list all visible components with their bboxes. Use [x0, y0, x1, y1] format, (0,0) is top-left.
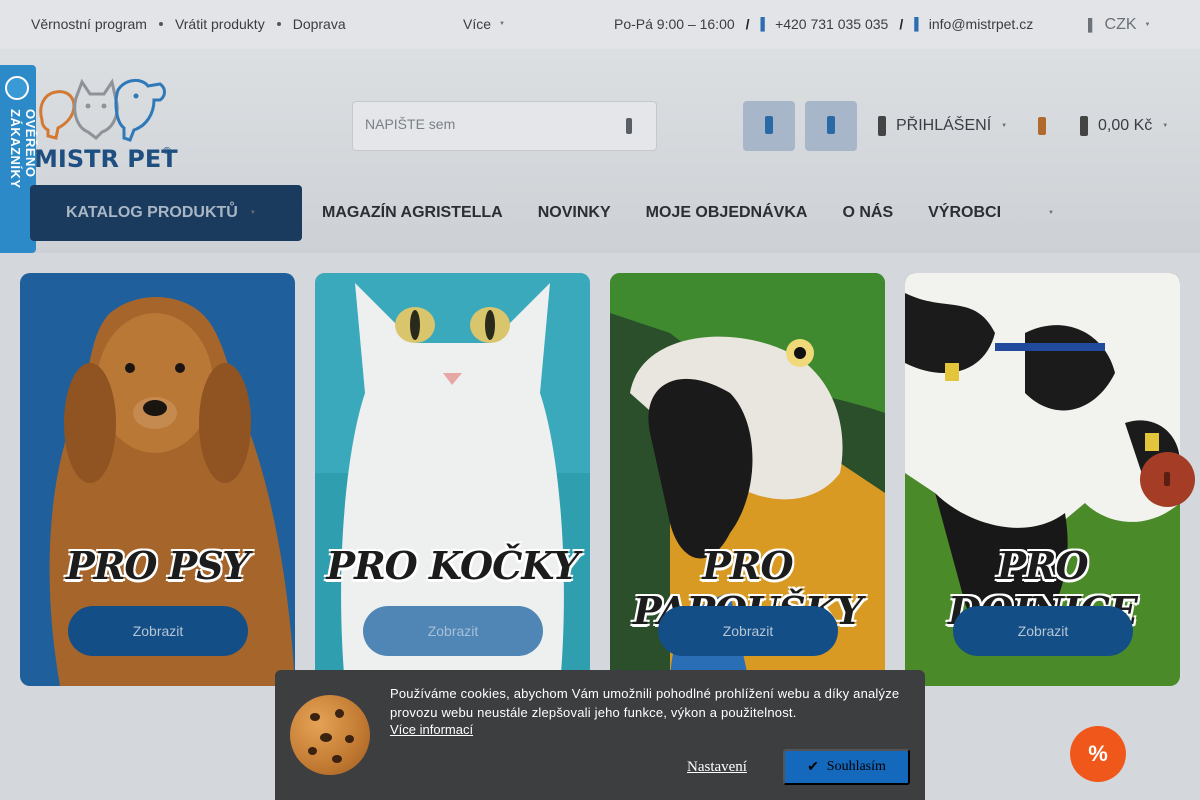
- check-icon: ✔: [807, 759, 819, 775]
- show-parrots-button[interactable]: Zobrazit: [658, 606, 838, 656]
- show-cats-button[interactable]: Zobrazit: [363, 606, 543, 656]
- logo-pets-icon: MISTR PET ®: [34, 78, 178, 173]
- opening-hours: Po-Pá 9:00 – 16:00: [614, 16, 735, 32]
- cart-button[interactable]: 0,00 Kč ▼: [1080, 116, 1168, 136]
- category-title: PRO KOČKY: [326, 543, 580, 588]
- nav-item-manufacturers-label: VÝROBCI: [928, 204, 1002, 221]
- cookie-more-info-link[interactable]: Více informací: [390, 722, 473, 737]
- cart-icon: [1080, 116, 1088, 136]
- logo[interactable]: MISTR PET ®: [30, 72, 180, 173]
- percent-icon: %: [1088, 741, 1108, 766]
- chevron-down-icon: ▼: [1162, 123, 1169, 129]
- more-label: Více: [463, 16, 492, 32]
- link-return-products[interactable]: Vrátit produkty: [175, 16, 265, 32]
- contact-info: Po-Pá 9:00 – 16:00 / ▌ +420 731 035 035 …: [614, 16, 1034, 32]
- currency-icon: ▌: [1088, 18, 1097, 32]
- svg-text:®: ®: [162, 146, 172, 157]
- verified-seal-icon: [5, 76, 29, 100]
- show-dogs-button[interactable]: Zobrazit: [68, 606, 248, 656]
- category-card-dairy-cows[interactable]: PRO DOJNICE Zobrazit: [905, 273, 1180, 686]
- more-menu[interactable]: Více ▼: [463, 16, 505, 32]
- email-icon: ▌: [914, 17, 923, 31]
- nav-item-about[interactable]: O NÁS: [842, 204, 893, 222]
- compare-icon: [765, 116, 773, 134]
- currency-selector[interactable]: ▌ CZK ▼: [1088, 16, 1150, 34]
- category-card-cats[interactable]: PRO KOČKY Zobrazit: [315, 273, 590, 686]
- link-loyalty-program[interactable]: Věrnostní program: [31, 16, 147, 32]
- cookie-settings-link[interactable]: Nastavení: [687, 759, 747, 776]
- search-icon[interactable]: [622, 117, 636, 135]
- phone-icon: ▌: [760, 17, 770, 31]
- catalog-menu-button[interactable]: KATALOG PRODUKTŮ ▼: [30, 185, 302, 241]
- cart-total: 0,00 Kč: [1098, 117, 1153, 134]
- link-shipping[interactable]: Doprava: [293, 16, 346, 32]
- nav-item-manufacturers[interactable]: VÝROBCI ▼: [928, 204, 1089, 222]
- logo-text: MISTR PET: [34, 145, 178, 172]
- separator-dot: [158, 22, 163, 26]
- search-box: [352, 101, 657, 151]
- compare-button[interactable]: [743, 101, 795, 151]
- cookie-icon: [290, 695, 370, 775]
- wishlist-button[interactable]: [805, 101, 857, 151]
- favorites-icon[interactable]: [1038, 117, 1046, 135]
- category-card-parrots[interactable]: PRO PAPOUŠKY Zobrazit: [610, 273, 885, 686]
- carousel-next-button[interactable]: [1140, 452, 1195, 507]
- heart-icon: [827, 116, 835, 134]
- main-nav: MAGAZÍN AGRISTELLA NOVINKY MOJE OBJEDNÁV…: [322, 204, 1124, 222]
- phone-link[interactable]: +420 731 035 035: [775, 16, 888, 32]
- user-icon: [878, 116, 886, 136]
- cookie-message: Používáme cookies, abychom Vám umožnili …: [390, 686, 900, 720]
- chevron-right-icon: [1164, 472, 1170, 486]
- login-label: PŘIHLÁŠENÍ: [896, 117, 992, 134]
- accept-label: Souhlasím: [826, 759, 886, 774]
- nav-item-news[interactable]: NOVINKY: [538, 204, 611, 222]
- currency-label: CZK: [1104, 16, 1137, 33]
- category-card-dogs[interactable]: PRO PSY Zobrazit: [20, 273, 295, 686]
- nav-item-my-order[interactable]: MOJE OBJEDNÁVKA: [646, 204, 808, 222]
- top-bar: Věrnostní program Vrátit produkty Doprav…: [0, 0, 1200, 49]
- chevron-down-icon: ▼: [1048, 210, 1054, 216]
- catalog-label: KATALOG PRODUKTŮ: [66, 204, 238, 221]
- chevron-down-icon: ▼: [499, 21, 505, 27]
- discount-button[interactable]: %: [1070, 726, 1126, 782]
- email-link[interactable]: info@mistrpet.cz: [929, 16, 1033, 32]
- search-input[interactable]: [365, 116, 605, 132]
- category-title: PRO PSY: [66, 543, 250, 588]
- nav-item-magazine[interactable]: MAGAZÍN AGRISTELLA: [322, 204, 503, 222]
- cookie-accept-button[interactable]: ✔ Souhlasím: [783, 749, 910, 785]
- top-links: Věrnostní program Vrátit produkty Doprav…: [31, 16, 346, 32]
- show-dairy-cows-button[interactable]: Zobrazit: [953, 606, 1133, 656]
- cookie-banner: Používáme cookies, abychom Vám umožnili …: [275, 670, 925, 800]
- separator-dot: [276, 22, 281, 26]
- login-button[interactable]: PŘIHLÁŠENÍ ▼: [878, 116, 1007, 136]
- chevron-down-icon: ▼: [1144, 22, 1151, 28]
- chevron-down-icon: ▼: [1001, 123, 1008, 129]
- chevron-down-icon: ▼: [249, 210, 256, 216]
